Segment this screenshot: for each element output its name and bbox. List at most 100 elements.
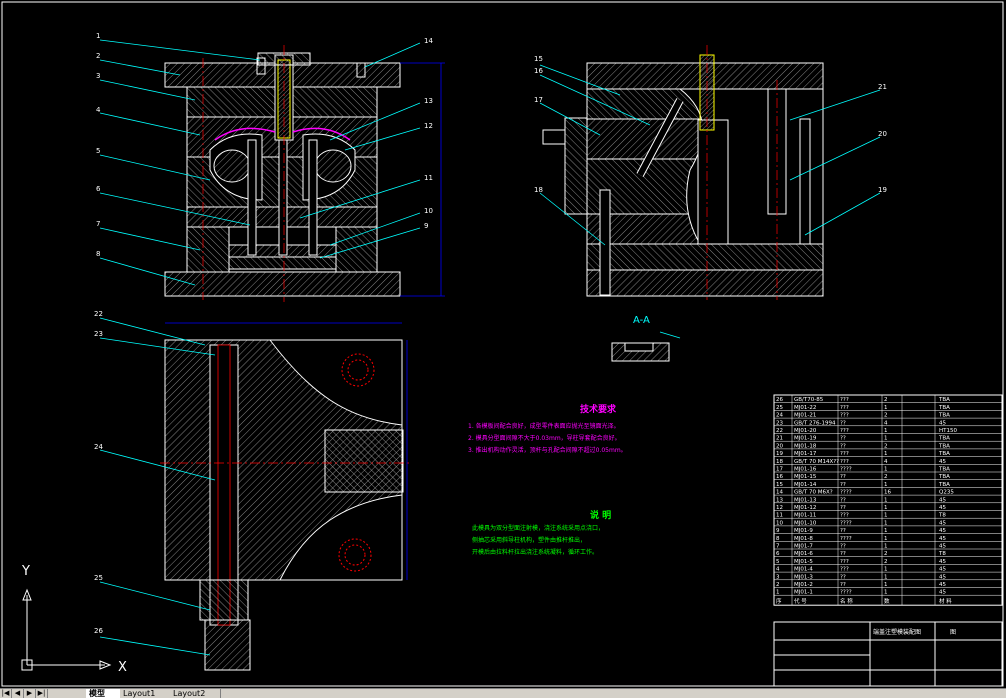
bom-cell: MJ01-3 bbox=[794, 574, 813, 580]
drawing-frame bbox=[1, 1, 1004, 687]
bom-cell: MJ01-1 bbox=[794, 590, 813, 596]
bom-cell: T8 bbox=[938, 551, 946, 557]
bom-cell: GB/T 70 M14X?? bbox=[794, 459, 839, 465]
bom-header-cell: 代 号 bbox=[794, 597, 807, 605]
bom-cell: ?? bbox=[840, 436, 846, 442]
ucs-x-label: X bbox=[118, 660, 127, 675]
bom-cell: 21 bbox=[776, 436, 783, 442]
bom-cell: 15 bbox=[776, 482, 783, 488]
part-label-14: 14 bbox=[424, 37, 433, 45]
part-label-19: 19 bbox=[878, 186, 887, 194]
part-label-1: 1 bbox=[96, 32, 100, 40]
bom-cell: 2 bbox=[884, 397, 888, 403]
top-view bbox=[99, 317, 410, 671]
part-label-13: 13 bbox=[424, 97, 433, 105]
bom-cell: 20 bbox=[776, 443, 783, 449]
bom-cell: MJ01-4 bbox=[794, 567, 813, 573]
bom-cell: MJ01-5 bbox=[794, 559, 813, 565]
section-a-a: A-A bbox=[611, 315, 681, 362]
side-view bbox=[539, 45, 881, 300]
bom-cell: ?? bbox=[840, 497, 846, 503]
bom-cell: TBA bbox=[938, 482, 950, 488]
bom-cell: ???? bbox=[840, 536, 852, 542]
bom-header-cell: 数 bbox=[884, 597, 890, 605]
bom-cell: 45 bbox=[939, 505, 946, 511]
title-block: 端盖注塑模装配图 图 bbox=[773, 621, 1003, 687]
bom-cell: MJ01-13 bbox=[794, 497, 817, 503]
bom-cell: TBA bbox=[938, 405, 950, 411]
part-label-11: 11 bbox=[424, 174, 433, 182]
bom-cell: 2 bbox=[884, 559, 888, 565]
part-label-16: 16 bbox=[534, 67, 543, 75]
bom-cell: 45 bbox=[939, 536, 946, 542]
bom-cell: 1 bbox=[884, 544, 888, 550]
bom-cell: MJ01-9 bbox=[794, 528, 813, 534]
part-label-22: 22 bbox=[94, 310, 103, 318]
bom-cell: MJ01-16 bbox=[794, 467, 817, 473]
drawing-canvas[interactable]: A-A 123456789101112131415161718 192021222… bbox=[0, 0, 1006, 688]
bom-cell: 8 bbox=[776, 536, 780, 542]
part-label-8: 8 bbox=[96, 250, 100, 258]
bom-cell: ?? bbox=[840, 582, 846, 588]
bom-cell: 19 bbox=[776, 451, 783, 457]
bom-cell: ???? bbox=[840, 520, 852, 526]
part-label-20: 20 bbox=[878, 130, 887, 138]
bom-cell: 1 bbox=[884, 451, 888, 457]
bom-cell: 2 bbox=[884, 413, 888, 419]
bom-cell: TBA bbox=[938, 413, 950, 419]
part-label-24: 24 bbox=[94, 443, 103, 451]
bom-cell: 1 bbox=[884, 567, 888, 573]
bom-cell: 11 bbox=[776, 513, 783, 519]
part-label-21: 21 bbox=[878, 83, 887, 91]
bom-cell: TBA bbox=[938, 467, 950, 473]
ucs-icon: Y X bbox=[21, 564, 127, 675]
bom-cell: 1 bbox=[884, 528, 888, 534]
part-label-25: 25 bbox=[94, 574, 103, 582]
note1-title: 技术要求 bbox=[580, 403, 617, 415]
bom-cell: ??? bbox=[840, 459, 849, 465]
bom-cell: HT150 bbox=[939, 428, 957, 434]
ucs-y-label: Y bbox=[21, 564, 30, 579]
bom-cell: 1 bbox=[884, 520, 888, 526]
bom-cell: 2 bbox=[884, 443, 888, 449]
bom-cell: 13 bbox=[776, 497, 783, 503]
part-label-6: 6 bbox=[96, 185, 101, 193]
bom-cell: 25 bbox=[776, 405, 783, 411]
bom-cell: MJ01-2 bbox=[794, 582, 813, 588]
part-label-9: 9 bbox=[424, 222, 428, 230]
bom-cell: 3 bbox=[776, 574, 780, 580]
bom-cell: MJ01-8 bbox=[794, 536, 813, 542]
title-company: 图 bbox=[950, 629, 956, 636]
bom-cell: 16 bbox=[884, 490, 891, 496]
bom-cell: 1 bbox=[884, 590, 888, 596]
part-label-2: 2 bbox=[96, 52, 100, 60]
bom-cell: TBA bbox=[938, 436, 950, 442]
bom-cell: ??? bbox=[840, 428, 849, 434]
note1-line-1: 1. 各模板间配合良好，成型零件表面应抛光至镜面光泽。 bbox=[468, 422, 620, 430]
part-label-5: 5 bbox=[96, 147, 100, 155]
bom-cell: 4 bbox=[776, 567, 780, 573]
bom-cell: ?? bbox=[840, 443, 846, 449]
bom-cell: MJ01-21 bbox=[794, 413, 816, 419]
bom-cell: ???? bbox=[840, 467, 852, 473]
part-label-17: 17 bbox=[534, 96, 543, 104]
bom-header-cell: 材 料 bbox=[939, 597, 952, 605]
bom-cell: GB/T 276-1994 bbox=[794, 420, 836, 426]
bom-cell: MJ01-12 bbox=[794, 505, 816, 511]
bom-cell: 1 bbox=[884, 574, 888, 580]
bom-cell: ???? bbox=[840, 590, 852, 596]
bom-cell: ?? bbox=[840, 544, 846, 550]
part-label-26: 26 bbox=[94, 627, 103, 635]
bom-cell: ?? bbox=[840, 574, 846, 580]
bom-cell: ??? bbox=[840, 451, 849, 457]
bom-cell: 45 bbox=[939, 497, 946, 503]
bom-cell: 45 bbox=[939, 567, 946, 573]
bom-cell: ??? bbox=[840, 559, 849, 565]
bom-cell: TBA bbox=[938, 451, 950, 457]
bom-header-cell: 序 bbox=[776, 597, 782, 605]
bom-cell: GB/T70-85 bbox=[794, 397, 824, 403]
bom-cell: 45 bbox=[939, 590, 946, 596]
bom-cell: 14 bbox=[776, 490, 783, 496]
bom-cell: 1 bbox=[884, 405, 888, 411]
bom-cell: MJ01-10 bbox=[794, 520, 817, 526]
